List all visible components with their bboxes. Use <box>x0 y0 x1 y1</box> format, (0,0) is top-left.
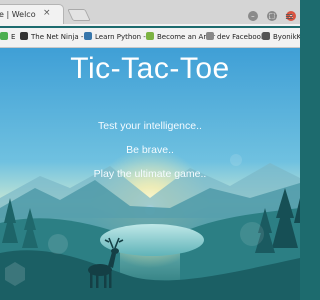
github-icon <box>262 32 270 40</box>
close-tab-icon[interactable]: × <box>43 8 51 18</box>
bookmark-item[interactable]: ByonikKMD / PC <box>262 32 300 41</box>
play-link[interactable]: Play the ultimate game.. <box>0 168 300 180</box>
bookmark-item[interactable]: Become an Andr <box>146 32 215 41</box>
bookmark-icon <box>20 32 28 40</box>
tagline-1: Test your intelligence.. <box>98 120 202 132</box>
page-title: Tic-Tac-Toe <box>70 52 230 85</box>
menu-icon[interactable]: ≡ <box>285 10 294 23</box>
bookmark-item[interactable]: The Net Ninja - Y <box>20 32 90 41</box>
tab-title: e | Welco <box>0 10 36 19</box>
new-tab-button[interactable] <box>67 9 91 21</box>
python-icon <box>84 32 92 40</box>
bookmarks-bar: E The Net Ninja - Y Learn Python - F Bec… <box>0 28 300 48</box>
bookmark-item[interactable]: dev Facebook <box>206 32 265 41</box>
tab-strip: e | Welco × – □ × <box>0 0 300 26</box>
tagline-2: Be brave.. <box>126 144 174 156</box>
page: Tic-Tac-Toe Test your intelligence.. Be … <box>0 48 300 300</box>
minimize-button[interactable]: – <box>247 11 258 21</box>
folder-icon <box>206 32 214 40</box>
bookmark-item[interactable]: Learn Python - F <box>84 32 152 41</box>
toolbar <box>0 24 300 26</box>
android-icon <box>146 32 154 40</box>
bookmark-icon <box>0 32 8 40</box>
browser-tab-active[interactable]: e | Welco × <box>0 4 64 26</box>
bookmark-item[interactable]: E <box>0 32 15 41</box>
star-icon[interactable]: ☆ <box>268 10 278 23</box>
